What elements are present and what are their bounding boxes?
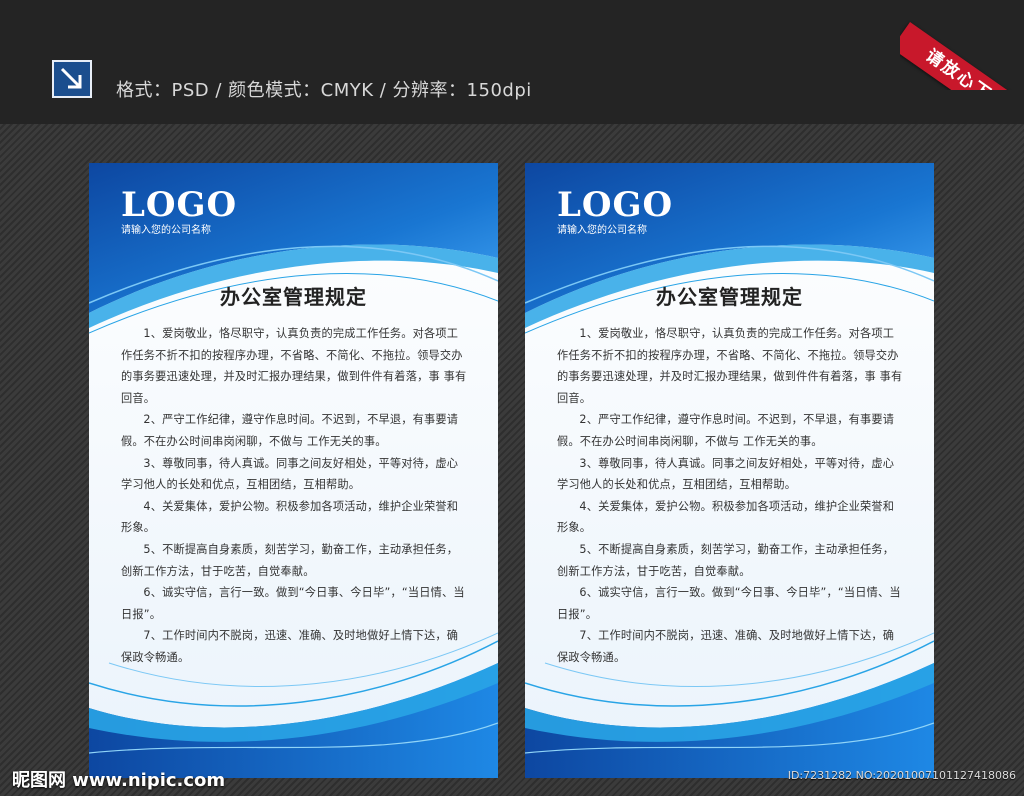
rule-item: 4、关爱集体，爱护公物。积极参加各项活动，维护企业荣誉和形象。: [121, 499, 459, 535]
rule-item: 4、关爱集体，爱护公物。积极参加各项活动，维护企业荣誉和形象。: [557, 499, 895, 535]
rule-item: 2、严守工作纪律，遵守作息时间。不迟到，不早退，有事要请假。不在办公时间串岗闲聊…: [557, 413, 895, 448]
poster-right: LOGO 请输入您的公司名称 办公室管理规定 1、爱岗敬业，恪尽职守，认真负责的…: [525, 163, 934, 778]
site-watermark: 昵图网 www.nipic.com: [12, 770, 226, 791]
company-name-placeholder: 请输入您的公司名称: [121, 225, 211, 236]
rule-item: 1、爱岗敬业，恪尽职守，认真负责的完成工作任务。对各项工作任务不折不扣的按程序办…: [121, 327, 467, 405]
company-name-placeholder: 请输入您的公司名称: [557, 225, 647, 236]
rule-item: 6、诚实守信，言行一致。做到“今日事、今日毕”，“当日情、当日报”。: [557, 586, 901, 621]
rules-list: 1、爱岗敬业，恪尽职守，认真负责的完成工作任务。对各项工作任务不折不扣的按程序办…: [557, 323, 905, 669]
rule-item: 3、尊敬同事，待人真诚。同事之间友好相处，平等对待，虚心学习他人的长处和优点，互…: [557, 456, 895, 492]
rule-item: 2、严守工作纪律，遵守作息时间。不迟到，不早退，有事要请假。不在办公时间串岗闲聊…: [121, 413, 459, 448]
rule-item: 7、工作时间内不脱岗，迅速、准确、及时地做好上情下达，确保政令畅通。: [557, 629, 895, 664]
poster-left: LOGO 请输入您的公司名称 办公室管理规定 1、爱岗敬业，恪尽职守，认真负责的…: [89, 163, 498, 778]
top-header-bar: 格式：PSD / 颜色模式：CMYK / 分辨率：150dpi: [0, 0, 1024, 124]
corner-ribbon: 请放心下载: [900, 0, 1024, 90]
rule-item: 7、工作时间内不脱岗，迅速、准确、及时地做好上情下达，确保政令畅通。: [121, 629, 459, 664]
logo-text: LOGO: [557, 185, 674, 225]
rule-item: 6、诚实守信，言行一致。做到“今日事、今日毕”，“当日情、当日报”。: [121, 586, 465, 621]
poster-title: 办公室管理规定: [220, 285, 367, 309]
ribbon-label: 请放心下载: [900, 22, 1024, 90]
poster-title: 办公室管理规定: [656, 285, 803, 309]
id-watermark: ID:7231282 NO:20201007101127418086: [787, 769, 1016, 782]
rule-item: 3、尊敬同事，待人真诚。同事之间友好相处，平等对待，虚心学习他人的长处和优点，互…: [121, 456, 459, 492]
download-arrow-icon: [52, 60, 92, 98]
rules-list: 1、爱岗敬业，恪尽职守，认真负责的完成工作任务。对各项工作任务不折不扣的按程序办…: [121, 323, 469, 669]
rule-item: 1、爱岗敬业，恪尽职守，认真负责的完成工作任务。对各项工作任务不折不扣的按程序办…: [557, 327, 903, 405]
rule-item: 5、不断提高自身素质，刻苦学习，勤奋工作，主动承担任务，创新工作方法，甘于吃苦，…: [557, 542, 895, 578]
logo-text: LOGO: [121, 185, 238, 225]
format-info: 格式：PSD / 颜色模式：CMYK / 分辨率：150dpi: [116, 80, 532, 101]
rule-item: 5、不断提高自身素质，刻苦学习，勤奋工作，主动承担任务，创新工作方法，甘于吃苦，…: [121, 542, 459, 578]
